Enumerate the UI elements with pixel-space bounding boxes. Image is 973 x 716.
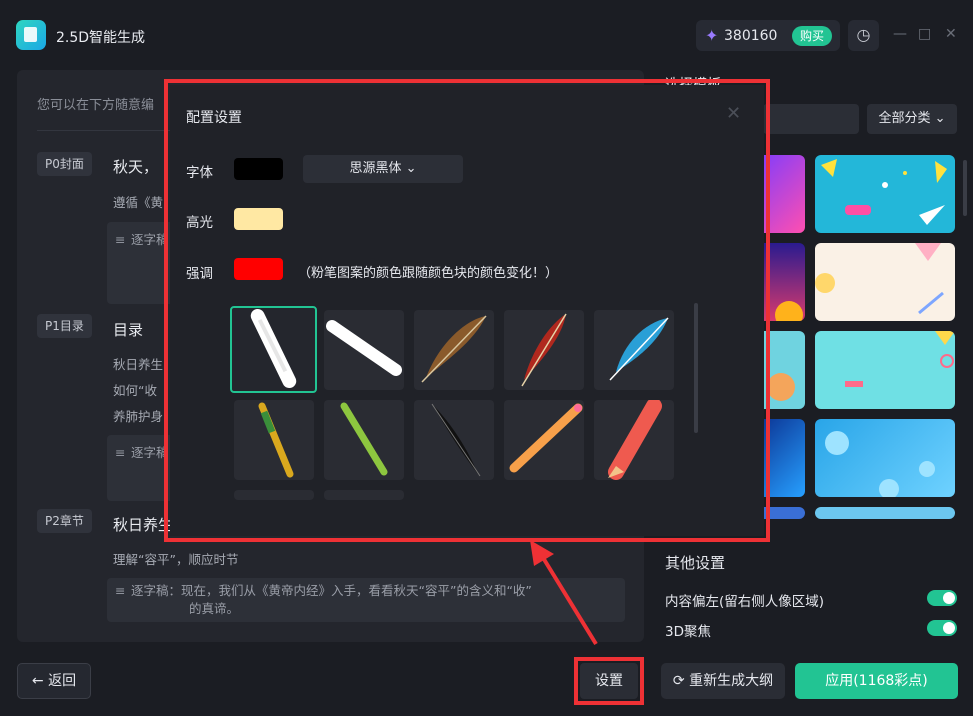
template-thumb[interactable] (815, 243, 955, 321)
credits-count: 380160 (724, 28, 778, 44)
template-art (845, 331, 955, 387)
back-label: 返回 (48, 673, 77, 689)
apply-button[interactable]: 应用(1168彩点) (795, 663, 958, 699)
section-line[interactable]: 理解“容平”，顺应时节 (113, 549, 238, 568)
credits-badge: ✦ 380160 购买 (696, 20, 840, 51)
template-thumb[interactable] (815, 155, 955, 233)
page-tag: P1目录 (37, 314, 92, 338)
section-line[interactable]: 养肺护身 (113, 406, 163, 425)
template-thumb[interactable] (815, 419, 955, 497)
list-icon: ≡ (115, 232, 126, 247)
script-text: 逐字稿 (131, 445, 169, 460)
category-dropdown[interactable]: 全部分类 ⌄ (867, 104, 957, 134)
script-text: 逐字稿 (131, 232, 169, 247)
annotation-modal-box (164, 79, 770, 542)
template-scrollbar[interactable] (963, 160, 967, 216)
template-art (825, 431, 935, 497)
maximize-button[interactable]: □ (918, 26, 931, 42)
section-title[interactable]: 目录 (113, 319, 143, 340)
close-window-button[interactable]: ✕ (945, 26, 957, 42)
category-label: 全部分类 (878, 111, 931, 126)
annotation-settings-box (574, 657, 644, 705)
minimize-button[interactable]: — (893, 26, 907, 42)
arrow-left-icon: ← (31, 673, 44, 689)
template-thumb[interactable] (815, 507, 955, 519)
chevron-down-icon: ⌄ (934, 111, 946, 126)
regenerate-outline-button[interactable]: ⟳ 重新生成大纲 (661, 663, 785, 699)
app-logo (16, 20, 46, 50)
buy-button[interactable]: 购买 (791, 26, 832, 46)
focus-3d-toggle[interactable] (927, 620, 957, 636)
section-title[interactable]: 秋天， (113, 156, 158, 177)
back-button[interactable]: ← 返回 (17, 663, 91, 699)
annotation-arrow (530, 540, 598, 646)
app-title: 2.5D智能生成 (56, 30, 146, 46)
template-art (815, 243, 944, 315)
section-line[interactable]: 如何“收 (113, 380, 157, 399)
focus-3d-label: 3D聚焦 (665, 624, 711, 640)
other-settings-title: 其他设置 (665, 554, 726, 572)
page-tag: P0封面 (37, 152, 92, 176)
content-left-toggle[interactable] (927, 590, 957, 606)
template-art (821, 159, 947, 225)
outline-hint: 您可以在下方随意编 (37, 98, 155, 113)
content-left-label: 内容偏左(留右侧人像区域) (665, 594, 825, 610)
history-icon[interactable]: ◷ (848, 20, 879, 51)
section-line[interactable]: 秋日养生 (113, 354, 163, 373)
template-thumb[interactable] (815, 331, 955, 409)
section-line[interactable]: 遵循《黄 (113, 192, 163, 211)
refresh-icon: ⟳ (672, 673, 685, 689)
page-tag: P2章节 (37, 509, 92, 533)
list-icon: ≡ (115, 583, 126, 598)
sparkle-icon: ✦ (705, 26, 719, 45)
template-search[interactable] (763, 104, 859, 134)
regen-label: 重新生成大纲 (689, 673, 774, 689)
list-icon: ≡ (115, 445, 126, 460)
